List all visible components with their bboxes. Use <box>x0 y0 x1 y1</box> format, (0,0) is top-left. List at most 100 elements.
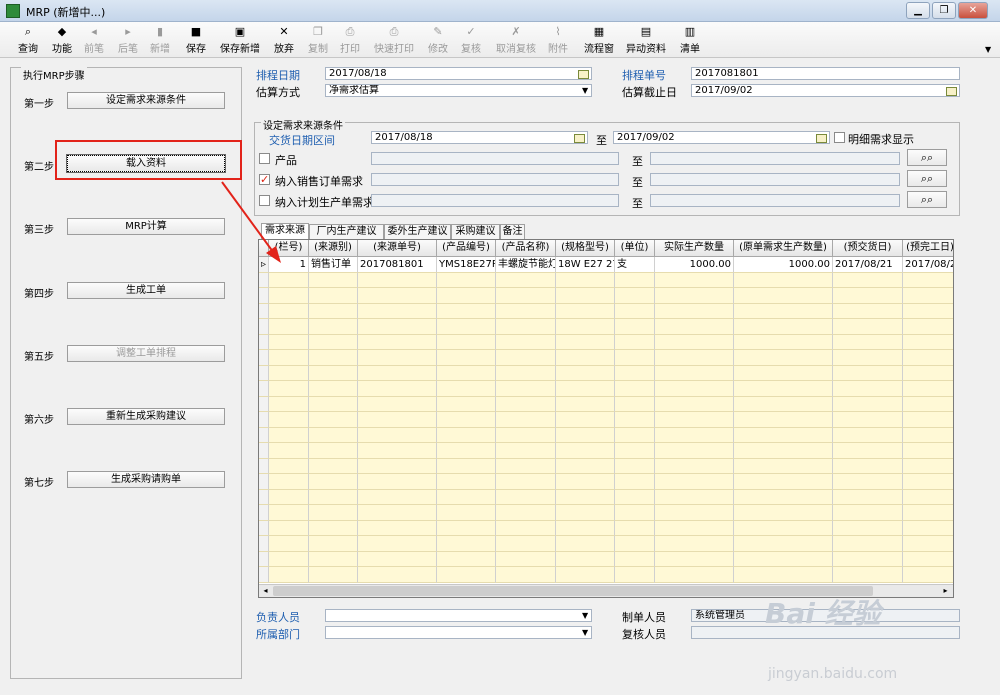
step-3-button[interactable]: MRP计算 <box>67 218 225 235</box>
grid-cell-deliver[interactable]: 2017/08/21 <box>833 257 903 273</box>
grid-empty-cell[interactable] <box>903 458 953 474</box>
grid-empty-cell[interactable] <box>615 412 655 428</box>
grid-empty-cell[interactable] <box>309 505 358 521</box>
toolbar-button-quick-print[interactable]: ⎙ 快速打印 <box>374 24 414 56</box>
end-date-field[interactable]: 2017/09/02 <box>691 84 960 97</box>
step-5-button[interactable]: 调整工单排程 <box>67 345 225 362</box>
grid-empty-cell[interactable] <box>833 536 903 552</box>
grid-empty-cell[interactable] <box>556 458 615 474</box>
grid-empty-cell[interactable] <box>655 303 734 319</box>
restore-button[interactable]: ❐ <box>932 2 956 19</box>
grid-empty-cell[interactable] <box>269 288 309 304</box>
grid-cell-unit[interactable]: 支 <box>615 257 655 273</box>
toolbar-button-next[interactable]: ▸ 后笔 <box>118 24 138 56</box>
grid-empty-cell[interactable] <box>615 381 655 397</box>
toolbar-button-save[interactable]: ■ 保存 <box>186 24 206 56</box>
sales-checkbox[interactable]: ✓ <box>259 174 270 185</box>
grid-empty-cell[interactable] <box>496 288 556 304</box>
grid-empty-cell[interactable] <box>496 443 556 459</box>
grid-empty-cell[interactable] <box>496 365 556 381</box>
grid-empty-cell[interactable] <box>358 319 437 335</box>
grid-empty-cell[interactable] <box>309 303 358 319</box>
grid-empty-cell[interactable] <box>358 505 437 521</box>
grid-empty-cell[interactable] <box>437 319 496 335</box>
grid-empty-cell[interactable] <box>437 272 496 288</box>
grid-empty-cell[interactable] <box>615 288 655 304</box>
grid-empty-cell[interactable] <box>655 567 734 583</box>
grid-empty-cell[interactable] <box>496 474 556 490</box>
date-from-field[interactable]: 2017/08/18 <box>371 131 588 144</box>
binoculars-icon[interactable]: ⌕⌕ <box>907 170 947 187</box>
grid-empty-cell[interactable] <box>437 365 496 381</box>
grid-empty-cell[interactable] <box>259 536 269 552</box>
grid-empty-cell[interactable] <box>903 536 953 552</box>
grid-empty-cell[interactable] <box>903 288 953 304</box>
grid-empty-cell[interactable] <box>655 272 734 288</box>
grid-empty-cell[interactable] <box>309 443 358 459</box>
grid-header[interactable]: (预完工日) <box>903 240 953 257</box>
grid-cell-finish[interactable]: 2017/08/21 <box>903 257 953 273</box>
grid-empty-cell[interactable] <box>269 474 309 490</box>
demand-source-grid[interactable]: (栏号) (来源别) (来源单号) (产品编号) (产品名称) (规格型号) (单位) 实际生… <box>258 239 954 598</box>
grid-empty-cell[interactable] <box>309 334 358 350</box>
grid-empty-cell[interactable] <box>556 536 615 552</box>
grid-empty-cell[interactable] <box>309 551 358 567</box>
grid-empty-cell[interactable] <box>269 458 309 474</box>
grid-empty-cell[interactable] <box>556 505 615 521</box>
grid-empty-cell[interactable] <box>309 396 358 412</box>
grid-empty-cell[interactable] <box>615 272 655 288</box>
grid-empty-cell[interactable] <box>259 520 269 536</box>
toolbar-button-abandon[interactable]: ✕ 放弃 <box>274 24 294 56</box>
minimize-button[interactable]: ▁ <box>906 2 930 19</box>
grid-empty-cell[interactable] <box>615 350 655 366</box>
grid-empty-cell[interactable] <box>269 520 309 536</box>
grid-empty-cell[interactable] <box>437 567 496 583</box>
chevron-down-icon[interactable]: ▼ <box>582 85 588 96</box>
grid-empty-cell[interactable] <box>358 458 437 474</box>
step-7-button[interactable]: 生成采购请购单 <box>67 471 225 488</box>
grid-empty-cell[interactable] <box>358 443 437 459</box>
grid-empty-cell[interactable] <box>309 365 358 381</box>
tab-1[interactable]: 需求来源 <box>261 223 309 240</box>
grid-empty-cell[interactable] <box>496 551 556 567</box>
grid-empty-cell[interactable] <box>615 567 655 583</box>
step-6-button[interactable]: 重新生成采购建议 <box>67 408 225 425</box>
grid-empty-cell[interactable] <box>496 272 556 288</box>
grid-empty-cell[interactable] <box>734 443 833 459</box>
grid-header[interactable]: (来源别) <box>309 240 358 257</box>
grid-empty-cell[interactable] <box>309 458 358 474</box>
grid-empty-cell[interactable] <box>903 396 953 412</box>
grid-empty-cell[interactable] <box>259 427 269 443</box>
grid-empty-cell[interactable] <box>437 520 496 536</box>
grid-empty-cell[interactable] <box>496 520 556 536</box>
grid-empty-cell[interactable] <box>655 474 734 490</box>
grid-empty-cell[interactable] <box>833 443 903 459</box>
grid-empty-cell[interactable] <box>615 520 655 536</box>
grid-empty-cell[interactable] <box>269 567 309 583</box>
grid-empty-cell[interactable] <box>259 412 269 428</box>
grid-empty-cell[interactable] <box>655 536 734 552</box>
grid-empty-cell[interactable] <box>903 412 953 428</box>
grid-empty-cell[interactable] <box>615 474 655 490</box>
grid-empty-cell[interactable] <box>655 396 734 412</box>
grid-empty-cell[interactable] <box>903 350 953 366</box>
grid-empty-cell[interactable] <box>734 567 833 583</box>
grid-empty-cell[interactable] <box>496 567 556 583</box>
grid-empty-cell[interactable] <box>358 303 437 319</box>
grid-header[interactable]: (产品名称) <box>496 240 556 257</box>
grid-header[interactable]: (产品编号) <box>437 240 496 257</box>
grid-empty-cell[interactable] <box>269 365 309 381</box>
grid-empty-cell[interactable] <box>269 396 309 412</box>
grid-empty-cell[interactable] <box>437 551 496 567</box>
grid-empty-cell[interactable] <box>259 319 269 335</box>
grid-empty-cell[interactable] <box>734 427 833 443</box>
grid-empty-cell[interactable] <box>734 303 833 319</box>
grid-empty-cell[interactable] <box>269 272 309 288</box>
grid-empty-cell[interactable] <box>309 489 358 505</box>
grid-empty-cell[interactable] <box>615 319 655 335</box>
chevron-down-icon[interactable]: ▼ <box>582 610 588 621</box>
grid-empty-cell[interactable] <box>309 520 358 536</box>
grid-empty-cell[interactable] <box>903 427 953 443</box>
grid-empty-cell[interactable] <box>655 319 734 335</box>
grid-empty-cell[interactable] <box>269 505 309 521</box>
